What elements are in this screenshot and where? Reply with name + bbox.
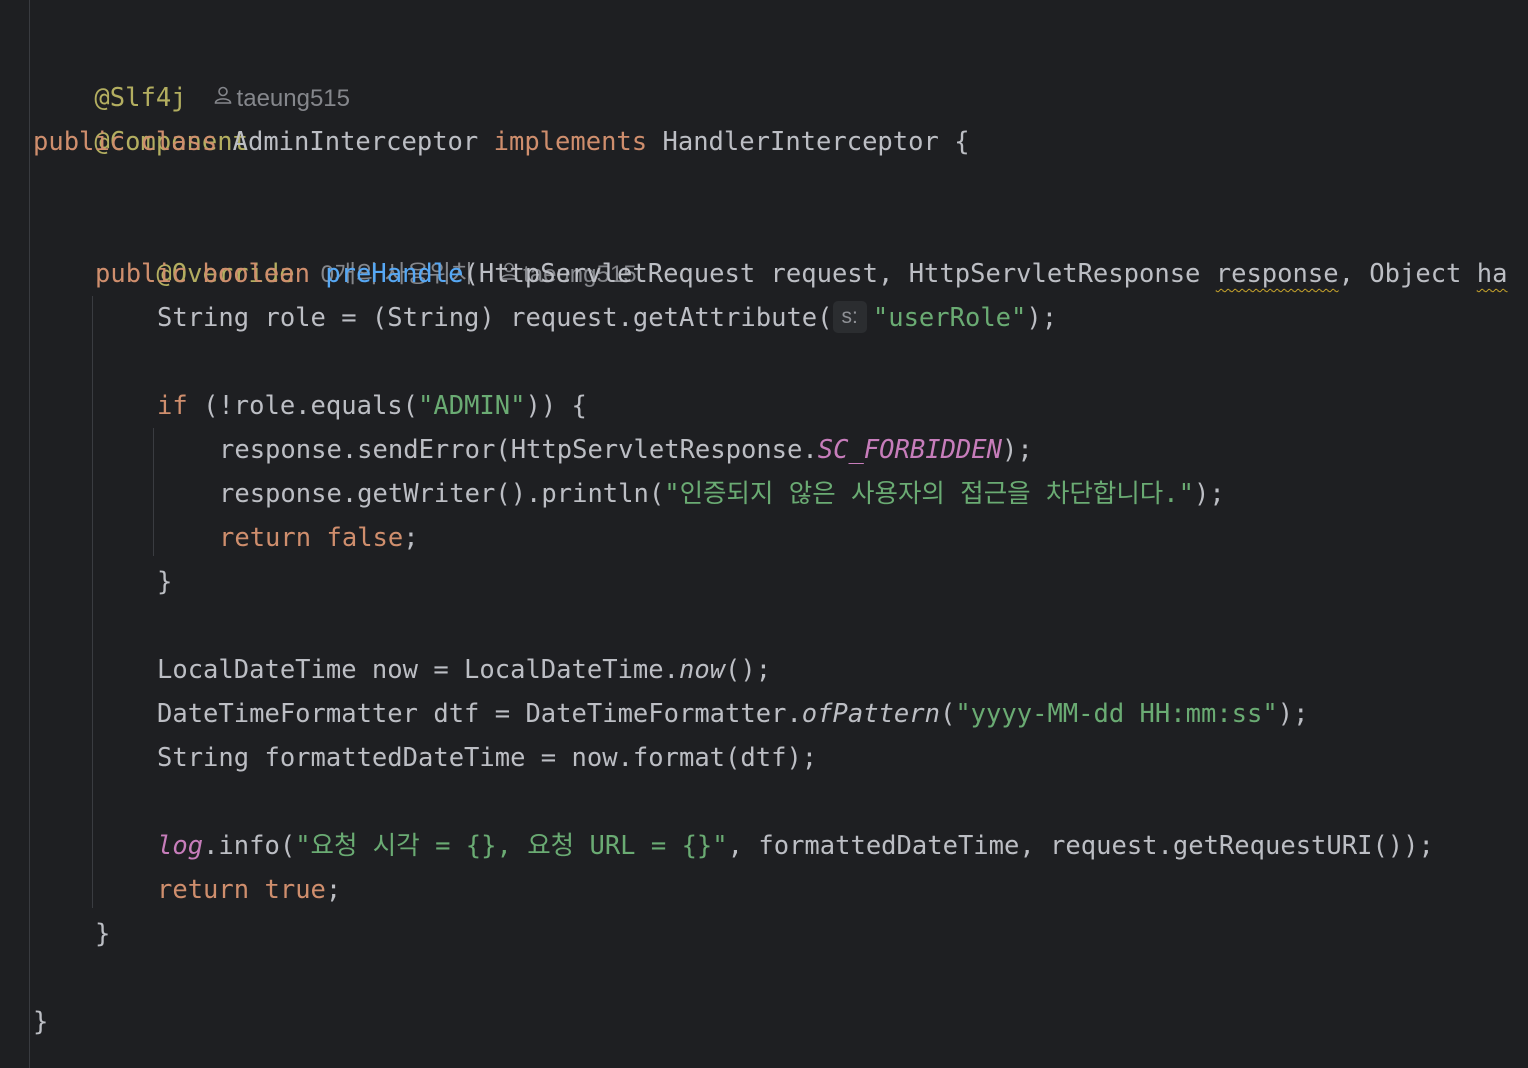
string-literal: "userRole" [872,303,1027,333]
keyword-class: class [140,127,218,157]
static-constant: SC_FORBIDDEN [817,435,1002,465]
string-literal: "yyyy-MM-dd HH:mm:ss" [955,699,1278,729]
code-line: @Slf4j taeung515 [33,32,350,113]
code-line: LocalDateTime now = LocalDateTime.now(); [157,648,771,692]
code-text: String formattedDateTime = now.format(dt… [157,743,818,773]
class-name: AdminInterceptor [232,127,479,157]
keyword-false: false [326,523,404,553]
keyword-return: return [157,875,250,905]
keyword-true: true [264,875,326,905]
code-text: ); [1001,435,1033,465]
string-literal: "요청 시각 = {}, 요청 URL = {}" [295,831,728,861]
code-text: (!role.equals( [187,391,419,421]
code-text: LocalDateTime now = LocalDateTime. [157,655,679,685]
keyword-if: if [157,391,188,421]
string-literal: "인증되지 않은 사용자의 접근을 차단합니다." [664,479,1194,509]
author-name: taeung515 [236,85,350,112]
code-line: return true; [157,868,341,912]
code-text: ; [403,523,419,553]
code-text: (); [725,655,772,685]
indent-guide [153,428,154,556]
code-text: ); [1193,479,1225,509]
code-line: DateTimeFormatter dtf = DateTimeFormatte… [157,692,1308,736]
static-method: ofPattern [801,699,940,729]
code-text: ); [1026,303,1058,333]
code-line: @Override 0개의 사용위치 taeung515 [95,208,636,289]
code-line: public class AdminInterceptor implements… [33,120,970,164]
code-text: ; [325,875,342,905]
keyword-boolean: boolean [202,259,310,289]
closing-brace: } [157,567,173,597]
gutter-divider [29,0,30,1068]
code-line: response.sendError(HttpServletResponse.S… [219,428,1033,472]
keyword-public: public [95,259,188,289]
code-text: ( [939,699,956,729]
log-field: log [157,831,204,861]
code-line: } [33,1000,48,1044]
string-literal: "ADMIN" [418,391,526,421]
code-line: log.info("요청 시각 = {}, 요청 URL = {}", form… [157,824,1434,868]
code-text: .info( [203,831,296,861]
code-line: return false; [219,516,419,560]
code-line: String formattedDateTime = now.format(dt… [157,736,817,780]
code-editor[interactable]: @Slf4j taeung515 @Component public class … [0,0,1528,1068]
code-line: @Component [33,76,248,157]
code-text: DateTimeFormatter dtf = DateTimeFormatte… [157,699,802,729]
parameter-hint: s: [832,301,867,333]
code-text: response.getWriter().println( [219,479,665,509]
code-line: response.getWriter().println("인증되지 않은 사용… [219,472,1225,516]
code-line: } [95,912,110,956]
code-text: )) { [525,391,587,421]
code-line: public boolean preHandle(HttpServletRequ… [95,252,1507,296]
code-text: response.sendError(HttpServletResponse. [219,435,818,465]
code-text: , Object [1338,259,1477,289]
unused-param-warning: ha [1476,259,1508,289]
code-line: String role = (String) request.getAttrib… [157,296,1057,340]
keyword-public: public [33,127,126,157]
indent-guide [92,296,93,908]
code-line: } [157,560,172,604]
code-line: if (!role.equals("ADMIN")) { [157,384,587,428]
code-text: (HttpServletRequest request, HttpServlet… [463,259,1216,289]
static-method: now [678,655,726,685]
code-text: , formattedDateTime, request.getRequestU… [727,831,1434,861]
code-text: ); [1277,699,1309,729]
unused-param-warning: response [1215,259,1339,289]
method-name: preHandle [325,259,464,289]
keyword-implements: implements [493,127,648,157]
closing-brace: } [95,919,111,949]
closing-brace: } [33,1007,49,1037]
keyword-return: return [219,523,312,553]
interface-name: HandlerInterceptor { [662,127,970,157]
code-text: String role = (String) request.getAttrib… [157,303,833,333]
